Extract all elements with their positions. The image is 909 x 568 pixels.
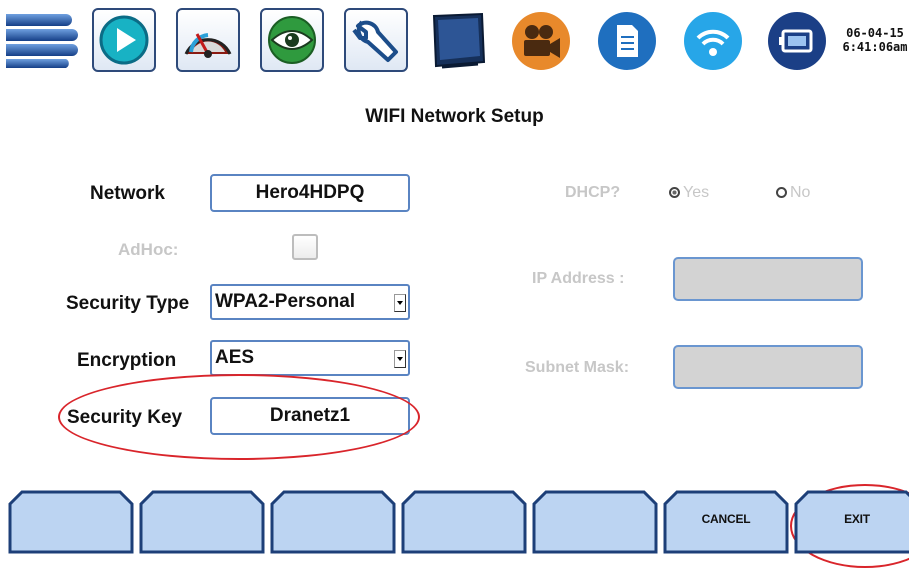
- radio-unselected-icon: [776, 187, 787, 198]
- dhcp-label: DHCP?: [565, 184, 621, 201]
- battery-icon[interactable]: [766, 10, 828, 72]
- softkey-1[interactable]: [8, 490, 134, 554]
- network-label: Network: [90, 183, 165, 204]
- monitor-icon[interactable]: [428, 10, 490, 72]
- document-icon[interactable]: [596, 10, 658, 72]
- security-type-value: WPA2-Personal: [215, 291, 356, 312]
- security-type-label: Security Type: [66, 293, 190, 314]
- cancel-button[interactable]: CANCEL: [663, 490, 789, 554]
- subnet-mask-field[interactable]: [673, 345, 863, 389]
- network-field[interactable]: Hero4HDPQ: [210, 174, 410, 212]
- play-icon[interactable]: [92, 8, 156, 72]
- toolbar: 06-04-15 6:41:06am: [0, 0, 909, 80]
- wrench-icon[interactable]: [344, 8, 408, 72]
- softkey-3[interactable]: [270, 490, 396, 554]
- security-key-field[interactable]: Dranetz1: [210, 397, 410, 435]
- camera-icon[interactable]: [510, 10, 572, 72]
- meter-icon[interactable]: [176, 8, 240, 72]
- radio-selected-icon: [669, 187, 680, 198]
- adhoc-label: AdHoc:: [118, 240, 179, 259]
- ip-address-field[interactable]: [673, 257, 863, 301]
- wifi-icon[interactable]: [682, 10, 744, 72]
- encryption-select[interactable]: AES: [210, 340, 410, 376]
- dhcp-yes-label: Yes: [683, 184, 710, 201]
- datetime: 06-04-15 6:41:06am: [842, 26, 908, 54]
- time-label: 6:41:06am: [842, 40, 908, 54]
- dhcp-yes-radio[interactable]: Yes: [669, 184, 709, 202]
- chevron-down-icon[interactable]: [394, 350, 406, 368]
- exit-button-label: EXIT: [844, 512, 870, 526]
- subnet-mask-label: Subnet Mask:: [525, 359, 630, 376]
- softkey-4[interactable]: [401, 490, 527, 554]
- adhoc-checkbox[interactable]: [292, 234, 318, 260]
- menu-icon[interactable]: [6, 12, 78, 68]
- eye-icon[interactable]: [260, 8, 324, 72]
- chevron-down-icon[interactable]: [394, 294, 406, 312]
- dhcp-no-label: No: [790, 184, 811, 201]
- encryption-value: AES: [215, 347, 255, 368]
- date-label: 06-04-15: [846, 26, 904, 40]
- softkey-2[interactable]: [139, 490, 265, 554]
- dhcp-no-radio[interactable]: No: [776, 184, 810, 202]
- cancel-button-label: CANCEL: [701, 512, 751, 526]
- softkey-bar: CANCEL EXIT: [0, 490, 909, 554]
- softkey-5[interactable]: [532, 490, 658, 554]
- security-key-label: Security Key: [67, 407, 183, 428]
- encryption-label: Encryption: [77, 350, 177, 371]
- exit-button[interactable]: EXIT: [794, 490, 909, 554]
- ip-address-label: IP Address :: [532, 270, 625, 287]
- page-title: WIFI Network Setup: [365, 106, 544, 127]
- security-type-select[interactable]: WPA2-Personal: [210, 284, 410, 320]
